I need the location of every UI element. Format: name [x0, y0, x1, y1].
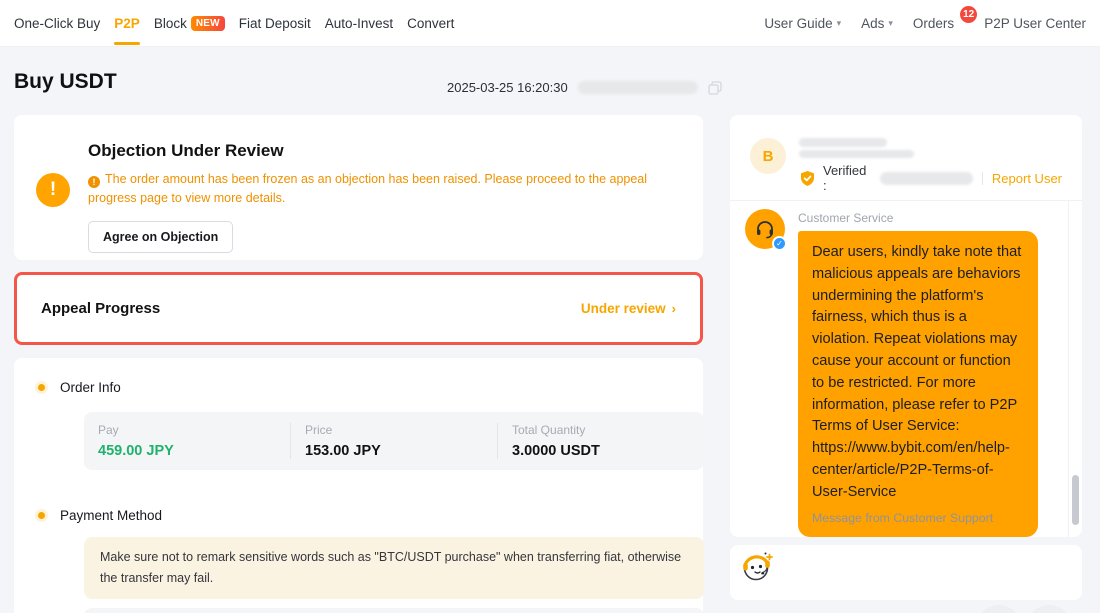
- chat-scroll-track-divider: [1068, 201, 1069, 537]
- nav-item-auto-invest[interactable]: Auto-Invest: [325, 0, 393, 47]
- nav-right: User Guide ▾ Ads ▾ Orders 12 P2P User Ce…: [764, 0, 1086, 47]
- customer-service-avatar: ✓: [745, 209, 785, 249]
- verified-row: Verified : Report User: [799, 163, 1062, 193]
- nav-item-p2p-user-center[interactable]: P2P User Center: [984, 0, 1086, 47]
- redacted-seller-name: [799, 150, 914, 158]
- user-guide-label: User Guide: [764, 16, 832, 31]
- divider: [982, 172, 983, 185]
- chevron-right-icon: ›: [672, 301, 676, 316]
- chat-message-panel: ✓ Customer Service Dear users, kindly ta…: [730, 200, 1082, 537]
- user-guide-dropdown[interactable]: User Guide ▾: [764, 0, 841, 47]
- chat-scrollbar-thumb[interactable]: [1072, 475, 1079, 525]
- nav-label: P2P: [114, 16, 140, 31]
- seller-details: Verified : Report User: [799, 138, 1062, 200]
- floating-button[interactable]: [1026, 605, 1072, 613]
- exclamation-dot-icon: !: [88, 176, 100, 188]
- copy-icon[interactable]: [708, 81, 722, 95]
- nav-item-p2p[interactable]: P2P: [114, 0, 140, 47]
- check-glyph: ✓: [776, 239, 783, 248]
- price-label: Price: [305, 423, 497, 437]
- section-bullet-icon: [38, 384, 45, 391]
- nav-label: One-Click Buy: [14, 16, 100, 31]
- chat-input-toolbar: [730, 545, 1082, 600]
- objection-warning: !The order amount has been frozen as an …: [88, 170, 677, 208]
- nav-label: Fiat Deposit: [239, 16, 311, 31]
- appeal-progress-title: Appeal Progress: [41, 300, 160, 317]
- objection-content: Objection Under Review !The order amount…: [88, 141, 677, 253]
- customer-service-name: Customer Service: [798, 209, 1038, 225]
- chevron-down-icon: ▾: [837, 18, 842, 29]
- nav-left: One-Click Buy P2P Block NEW Fiat Deposit…: [14, 0, 454, 47]
- exclamation-glyph: !: [50, 179, 56, 201]
- verified-label: Verified :: [823, 163, 873, 193]
- pay-field: Pay 459.00 JPY: [84, 423, 290, 459]
- customer-service-bubble: Dear users, kindly take note that malici…: [798, 231, 1038, 537]
- warning-icon: !: [36, 173, 70, 207]
- appeal-progress-card[interactable]: Appeal Progress Under review ›: [14, 272, 703, 345]
- nav-item-block[interactable]: Block NEW: [154, 0, 225, 47]
- order-info-label: Order Info: [60, 380, 121, 395]
- nav-item-orders[interactable]: Orders 12: [913, 0, 964, 47]
- user-center-label: P2P User Center: [984, 16, 1086, 31]
- verified-shield-icon: [799, 170, 816, 187]
- agree-on-objection-button[interactable]: Agree on Objection: [88, 221, 233, 253]
- nav-label: Auto-Invest: [325, 16, 393, 31]
- pay-value: 459.00 JPY: [98, 443, 290, 459]
- total-quantity-label: Total Quantity: [512, 423, 704, 437]
- floating-button[interactable]: [976, 605, 1022, 613]
- total-quantity-field: Total Quantity 3.0000 USDT: [497, 423, 704, 459]
- nav-label: Convert: [407, 16, 454, 31]
- report-user-link[interactable]: Report User: [992, 171, 1062, 186]
- payment-method-section-header: Payment Method: [38, 508, 679, 523]
- redacted-verified-id: [880, 172, 973, 185]
- payment-method-label: Payment Method: [60, 508, 162, 523]
- nav-item-fiat-deposit[interactable]: Fiat Deposit: [239, 0, 311, 47]
- payment-notice: Make sure not to remark sensitive words …: [84, 537, 704, 599]
- redacted-seller-name: [799, 138, 887, 147]
- price-field: Price 153.00 JPY: [290, 423, 497, 459]
- order-meta: 2025-03-25 16:20:30: [447, 80, 722, 95]
- nav-item-one-click-buy[interactable]: One-Click Buy: [14, 0, 100, 47]
- section-bullet-icon: [38, 512, 45, 519]
- objection-card: ! Objection Under Review !The order amou…: [14, 115, 703, 260]
- total-quantity-value: 3.0000 USDT: [512, 443, 704, 459]
- order-detail-card: Order Info Pay 459.00 JPY Price 153.00 J…: [14, 358, 703, 613]
- chat-card: B Verified : Report User: [730, 115, 1082, 537]
- ads-dropdown[interactable]: Ads ▾: [861, 0, 893, 47]
- nav-item-convert[interactable]: Convert: [407, 0, 454, 47]
- p2p-order-page: One-Click Buy P2P Block NEW Fiat Deposit…: [0, 0, 1100, 613]
- ads-label: Ads: [861, 16, 884, 31]
- chevron-down-icon: ▾: [888, 18, 893, 29]
- page-title: Buy USDT: [14, 70, 117, 94]
- customer-service-message: Customer Service Dear users, kindly take…: [798, 209, 1038, 537]
- customer-service-message-row: ✓ Customer Service Dear users, kindly ta…: [730, 201, 1082, 537]
- objection-title: Objection Under Review: [88, 141, 677, 161]
- verified-check-icon: ✓: [772, 236, 787, 251]
- orders-count-badge: 12: [960, 6, 977, 23]
- price-value: 153.00 JPY: [305, 443, 497, 459]
- order-info-section-header: Order Info: [38, 380, 679, 395]
- appeal-status-text: Under review: [581, 301, 666, 316]
- orders-label: Orders: [913, 16, 954, 31]
- appeal-status-link[interactable]: Under review ›: [581, 301, 676, 316]
- seller-avatar[interactable]: B: [750, 138, 786, 174]
- order-timestamp: 2025-03-25 16:20:30: [447, 80, 568, 95]
- redacted-order-number: [578, 81, 698, 94]
- seller-info: B Verified : Report User: [730, 115, 1082, 200]
- bank-transfer-item[interactable]: Bank Transfer: [84, 608, 704, 613]
- bubble-footer: Message from Customer Support: [812, 511, 1024, 525]
- support-bot-emoji-icon[interactable]: [740, 550, 774, 584]
- bubble-text: Dear users, kindly take note that malici…: [812, 242, 1024, 504]
- pay-label: Pay: [98, 423, 290, 437]
- new-badge: NEW: [191, 16, 225, 32]
- top-nav: One-Click Buy P2P Block NEW Fiat Deposit…: [0, 0, 1100, 47]
- order-info-box: Pay 459.00 JPY Price 153.00 JPY Total Qu…: [84, 412, 704, 470]
- objection-warning-text: The order amount has been frozen as an o…: [88, 172, 647, 205]
- nav-label: Block: [154, 16, 187, 31]
- active-tab-underline: [114, 42, 140, 45]
